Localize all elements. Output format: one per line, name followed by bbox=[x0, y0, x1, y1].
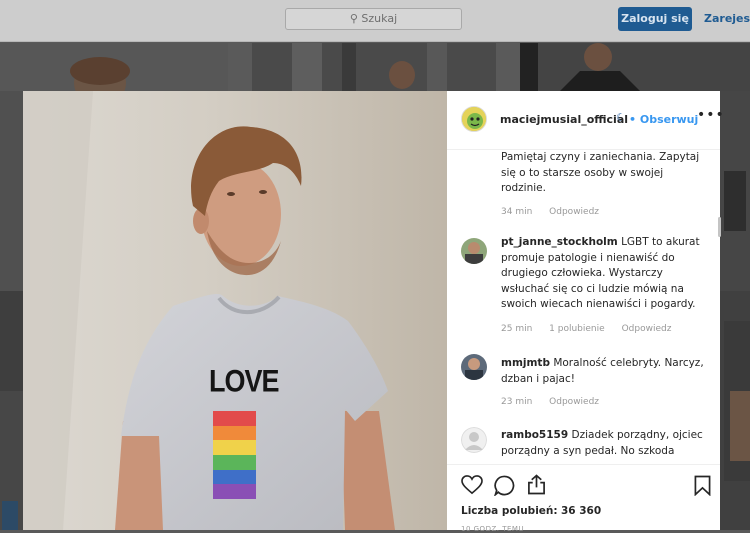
post-timestamp: 10 GODZ. TEMU bbox=[461, 525, 525, 533]
comments-list[interactable]: Pamiętaj czyny i zaniechania. Zapytaj si… bbox=[447, 150, 720, 464]
more-options-icon[interactable]: ••• bbox=[697, 107, 725, 123]
background-post-thumbnail[interactable] bbox=[520, 43, 750, 91]
register-link[interactable]: Zarejestruj bbox=[704, 7, 750, 31]
background-post-thumbnail[interactable] bbox=[0, 91, 23, 530]
post-photo: LOVE bbox=[23, 91, 447, 530]
rainbow-stripe bbox=[213, 411, 256, 426]
comment-meta: 25 min 1 polubienie Odpowiedz bbox=[501, 324, 685, 334]
rainbow-stripe bbox=[213, 484, 256, 500]
rainbow-stripe bbox=[213, 455, 256, 470]
comment-likes[interactable]: 1 polubienie bbox=[549, 324, 605, 334]
comment-text: mmjmtb Moralność celebryty. Narcyz, dzba… bbox=[501, 357, 704, 385]
comment-username[interactable]: pt_janne_stockholm bbox=[501, 236, 618, 248]
reply-button[interactable]: Odpowiedz bbox=[549, 207, 599, 217]
commenter-avatar[interactable] bbox=[461, 238, 487, 264]
comment-bubble-icon[interactable] bbox=[494, 475, 515, 496]
reply-button[interactable]: Odpowiedz bbox=[549, 397, 599, 407]
comment-username[interactable]: rambo5159 bbox=[501, 429, 568, 441]
background-post-thumbnail[interactable] bbox=[720, 91, 750, 530]
background-post-thumbnail[interactable] bbox=[0, 43, 228, 91]
search-input[interactable]: ⚲ Szukaj bbox=[285, 8, 462, 30]
likes-count[interactable]: Liczba polubień: 36 360 bbox=[461, 505, 601, 517]
shirt-rainbow-flag bbox=[213, 411, 256, 500]
comment-text: pt_janne_stockholm LGBT to akurat promuj… bbox=[501, 236, 700, 310]
post-actions-bar: Liczba polubień: 36 360 10 GODZ. TEMU bbox=[447, 464, 720, 533]
comment-text: rambo5159 Dziadek porządny, ojciec porzą… bbox=[501, 429, 703, 457]
commenter-avatar[interactable] bbox=[461, 427, 487, 453]
follow-button[interactable]: • Obserwuj bbox=[629, 113, 698, 126]
comments-scrollbar[interactable] bbox=[718, 217, 721, 237]
post-author-username[interactable]: maciejmusial_official bbox=[500, 113, 628, 126]
comment-time: 23 min bbox=[501, 397, 533, 407]
profile-avatar[interactable] bbox=[461, 106, 487, 132]
reply-button[interactable]: Odpowiedz bbox=[622, 324, 672, 334]
commenter-avatar[interactable] bbox=[461, 354, 487, 380]
share-icon[interactable] bbox=[527, 474, 546, 495]
shirt-print-text: LOVE bbox=[209, 363, 280, 399]
comment-time: 25 min bbox=[501, 324, 533, 334]
comment-time: 34 min bbox=[501, 207, 533, 217]
comment-meta: 34 min Odpowiedz bbox=[501, 207, 613, 217]
bookmark-icon[interactable] bbox=[694, 475, 711, 496]
post-header: maciejmusial_official ☾ • Obserwuj ••• bbox=[447, 91, 724, 150]
comment-text: Pamiętaj czyny i zaniechania. Zapytaj si… bbox=[501, 151, 700, 194]
login-button[interactable]: Zaloguj się bbox=[618, 7, 692, 31]
search-icon: ⚲ bbox=[349, 12, 358, 25]
top-navigation-bar: ⚲ Szukaj Zaloguj się Zarejestruj bbox=[0, 0, 750, 42]
search-placeholder: Szukaj bbox=[361, 12, 398, 25]
rainbow-stripe bbox=[213, 440, 256, 456]
background-post-thumbnail[interactable] bbox=[252, 43, 496, 91]
rainbow-stripe bbox=[213, 469, 256, 485]
comment-meta: 23 min Odpowiedz bbox=[501, 397, 613, 407]
like-heart-icon[interactable] bbox=[461, 475, 483, 495]
rainbow-stripe bbox=[213, 425, 256, 441]
post-side-panel: maciejmusial_official ☾ • Obserwuj ••• P… bbox=[447, 91, 724, 533]
moon-icon: ☾ bbox=[616, 111, 626, 124]
comment-username[interactable]: mmjmtb bbox=[501, 357, 550, 369]
